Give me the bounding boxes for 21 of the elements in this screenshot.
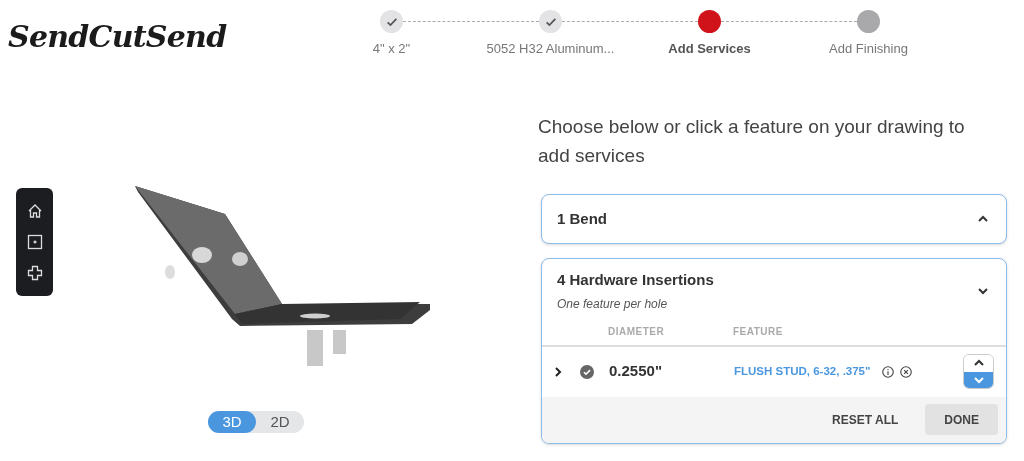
card-title[interactable]: 1 Bend	[557, 207, 607, 231]
step-label[interactable]: 4" x 2"	[372, 39, 411, 59]
column-header: FEATURE	[733, 325, 783, 339]
cross-shape-icon[interactable]	[26, 264, 43, 281]
step-label[interactable]: Add Services	[668, 39, 751, 59]
logo[interactable]: SendCutSend	[8, 14, 308, 59]
card-title[interactable]: 4 Hardware Insertions	[557, 269, 714, 292]
home-icon[interactable]	[26, 203, 43, 220]
remove-icon[interactable]	[900, 365, 913, 378]
done-button[interactable]: DONE	[925, 404, 998, 435]
step-label[interactable]: 5052 H32 Aluminum...	[486, 39, 615, 59]
info-icon[interactable]	[882, 365, 895, 378]
column-header: DIAMETER	[608, 325, 666, 339]
check-circle-icon	[580, 364, 594, 379]
fit-view-icon[interactable]	[26, 234, 43, 250]
card-subtitle: One feature per hole	[557, 295, 669, 313]
diameter-value: 0.2550"	[609, 361, 663, 382]
reset-button[interactable]: RESET ALL	[813, 404, 918, 435]
step-label[interactable]: Add Finishing	[829, 39, 908, 59]
view-toggle-option[interactable]: 2D	[256, 411, 304, 433]
instruction-text: Choose below or click a feature on your drawing to add services	[538, 115, 966, 168]
